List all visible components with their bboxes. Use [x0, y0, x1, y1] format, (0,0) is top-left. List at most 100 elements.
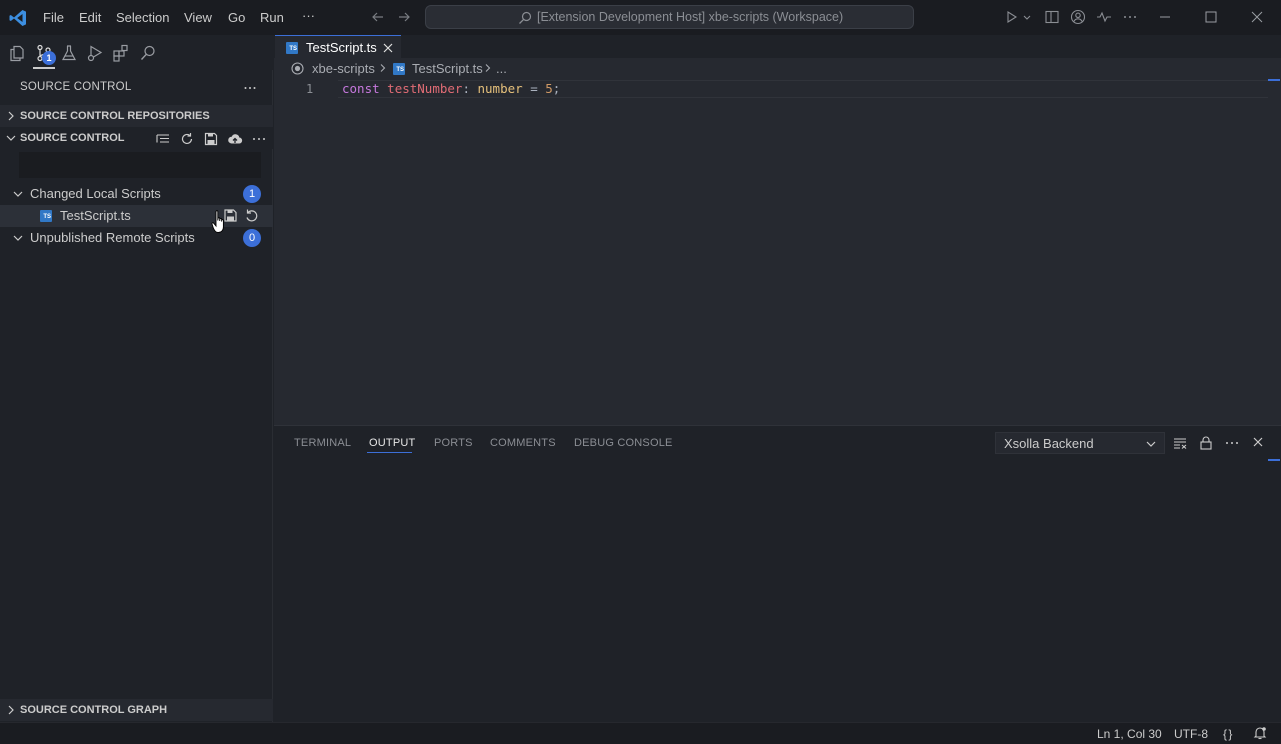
tree-group-label: Changed Local Scripts — [30, 186, 161, 201]
editor-tab-bar — [274, 35, 1281, 58]
section-label: SOURCE CONTROL GRAPH — [20, 704, 168, 716]
code-editor[interactable] — [274, 78, 1281, 425]
maximize-icon[interactable] — [1203, 9, 1219, 25]
view-as-tree-icon[interactable] — [155, 131, 171, 147]
sidebar-more-icon[interactable] — [243, 81, 257, 95]
typescript-file-icon: TS — [393, 63, 405, 75]
line-number: 1 — [306, 82, 314, 96]
menu-edit[interactable]: Edit — [79, 10, 101, 25]
search-icon — [519, 11, 532, 24]
breadcrumb-item-folder[interactable]: xbe-scripts — [312, 61, 375, 76]
run-play-icon[interactable] — [1004, 9, 1020, 25]
code-token-keyword: const — [342, 81, 380, 96]
hand-pointer-cursor-icon — [211, 210, 224, 233]
menu-go[interactable]: Go — [228, 10, 245, 25]
code-token-semicolon: ; — [552, 81, 561, 96]
chevron-down-icon — [13, 235, 23, 241]
section-more-icon[interactable] — [251, 131, 267, 147]
account-icon[interactable] — [1070, 9, 1086, 25]
chevron-down-icon — [1146, 441, 1156, 447]
section-source-control-graph[interactable]: SOURCE CONTROL GRAPH — [0, 699, 273, 721]
sidebar-title: SOURCE CONTROL — [20, 81, 132, 93]
bottom-panel — [274, 425, 1281, 722]
run-debug-icon[interactable] — [86, 44, 104, 62]
menu-file[interactable]: File — [43, 10, 64, 25]
commit-message-input[interactable] — [19, 152, 261, 178]
tree-item-testscript[interactable]: TS TestScript.ts — [0, 205, 273, 227]
chevron-right-icon — [8, 705, 14, 715]
output-channel-select[interactable]: Xsolla Backend — [995, 432, 1165, 454]
section-label: SOURCE CONTROL REPOSITORIES — [20, 110, 210, 122]
breadcrumb-item-symbol[interactable]: ... — [496, 61, 507, 76]
typescript-file-icon: TS — [286, 42, 298, 54]
breadcrumb-chevron-icon — [380, 64, 386, 72]
source-control-badge: 1 — [42, 51, 56, 65]
chevron-right-icon — [8, 111, 14, 121]
toggle-sidebar-icon[interactable] — [1044, 9, 1060, 25]
count-badge: 0 — [243, 229, 261, 247]
chevron-down-icon — [6, 135, 16, 141]
discard-changes-icon[interactable] — [244, 208, 259, 223]
testing-flask-icon[interactable] — [60, 44, 78, 62]
encoding-status[interactable]: UTF-8 — [1174, 727, 1208, 741]
pulse-icon[interactable] — [1096, 9, 1112, 25]
menu-selection[interactable]: Selection — [116, 10, 169, 25]
save-icon[interactable] — [203, 131, 219, 147]
count-badge: 1 — [243, 185, 261, 203]
active-view-indicator — [33, 67, 55, 69]
typescript-file-icon: TS — [40, 210, 52, 222]
menu-view[interactable]: View — [184, 10, 212, 25]
panel-tab-ports[interactable]: PORTS — [434, 437, 473, 449]
tab-label: TestScript.ts — [306, 40, 377, 55]
panel-tab-terminal[interactable]: TERMINAL — [294, 437, 351, 449]
close-tab-icon[interactable] — [382, 42, 394, 54]
menu-run[interactable]: Run — [260, 10, 284, 25]
section-source-control-repositories[interactable]: SOURCE CONTROL REPOSITORIES — [0, 105, 273, 127]
vscode-logo-icon — [9, 10, 26, 26]
language-status[interactable]: { } — [1223, 727, 1232, 741]
more-actions-icon[interactable] — [1122, 9, 1138, 25]
panel-tab-output[interactable]: OUTPUT — [369, 437, 415, 449]
active-panel-tab-indicator — [367, 452, 412, 453]
lock-scroll-icon[interactable] — [1198, 435, 1214, 451]
menu-more[interactable]: ··· — [302, 8, 315, 23]
output-channel-value: Xsolla Backend — [1004, 436, 1094, 451]
back-arrow-icon[interactable] — [370, 9, 386, 25]
explorer-icon[interactable] — [8, 44, 26, 62]
minimize-icon[interactable] — [1157, 9, 1173, 25]
close-panel-icon[interactable] — [1250, 434, 1266, 450]
close-window-icon[interactable] — [1249, 9, 1265, 25]
tree-group-changed-local-scripts[interactable]: Changed Local Scripts 1 — [0, 183, 273, 205]
code-token-type: number — [477, 81, 523, 96]
code-token-variable: testNumber — [387, 81, 463, 96]
code-line[interactable]: const testNumber: number = 5; — [342, 81, 560, 96]
code-token-colon: : — [462, 81, 470, 96]
panel-scroll-mark — [1268, 459, 1280, 461]
extensions-icon[interactable] — [112, 44, 130, 62]
status-bar — [0, 722, 1281, 744]
refresh-icon[interactable] — [179, 131, 195, 147]
tree-group-unpublished-remote-scripts[interactable]: Unpublished Remote Scripts 0 — [0, 227, 273, 249]
cursor-position-status[interactable]: Ln 1, Col 30 — [1097, 727, 1162, 741]
run-dropdown-chevron-icon[interactable] — [1022, 9, 1032, 25]
search-view-icon[interactable] — [139, 44, 157, 62]
panel-tab-debug-console[interactable]: DEBUG CONSOLE — [574, 437, 673, 449]
breadcrumb-item-file[interactable]: TestScript.ts — [412, 61, 483, 76]
section-label: SOURCE CONTROL — [20, 132, 125, 144]
panel-more-icon[interactable] — [1224, 435, 1240, 451]
chevron-down-icon — [13, 191, 23, 197]
overview-ruler-cursor-mark — [1268, 79, 1280, 81]
panel-tab-comments[interactable]: COMMENTS — [490, 437, 556, 449]
forward-arrow-icon[interactable] — [396, 9, 412, 25]
notifications-bell-icon[interactable] — [1253, 726, 1267, 740]
code-token-number: 5 — [545, 81, 553, 96]
command-center-label: [Extension Development Host] xbe-scripts… — [537, 10, 844, 24]
cloud-upload-icon[interactable] — [227, 131, 243, 147]
command-center-search[interactable]: [Extension Development Host] xbe-scripts… — [425, 5, 914, 29]
clear-output-icon[interactable] — [1172, 435, 1188, 451]
tree-item-label: TestScript.ts — [60, 208, 131, 223]
code-token-operator: = — [530, 81, 538, 96]
breadcrumb-chevron-icon — [485, 64, 491, 72]
workspace-root-icon — [291, 62, 304, 75]
tab-testscript[interactable]: TS TestScript.ts — [275, 35, 401, 58]
